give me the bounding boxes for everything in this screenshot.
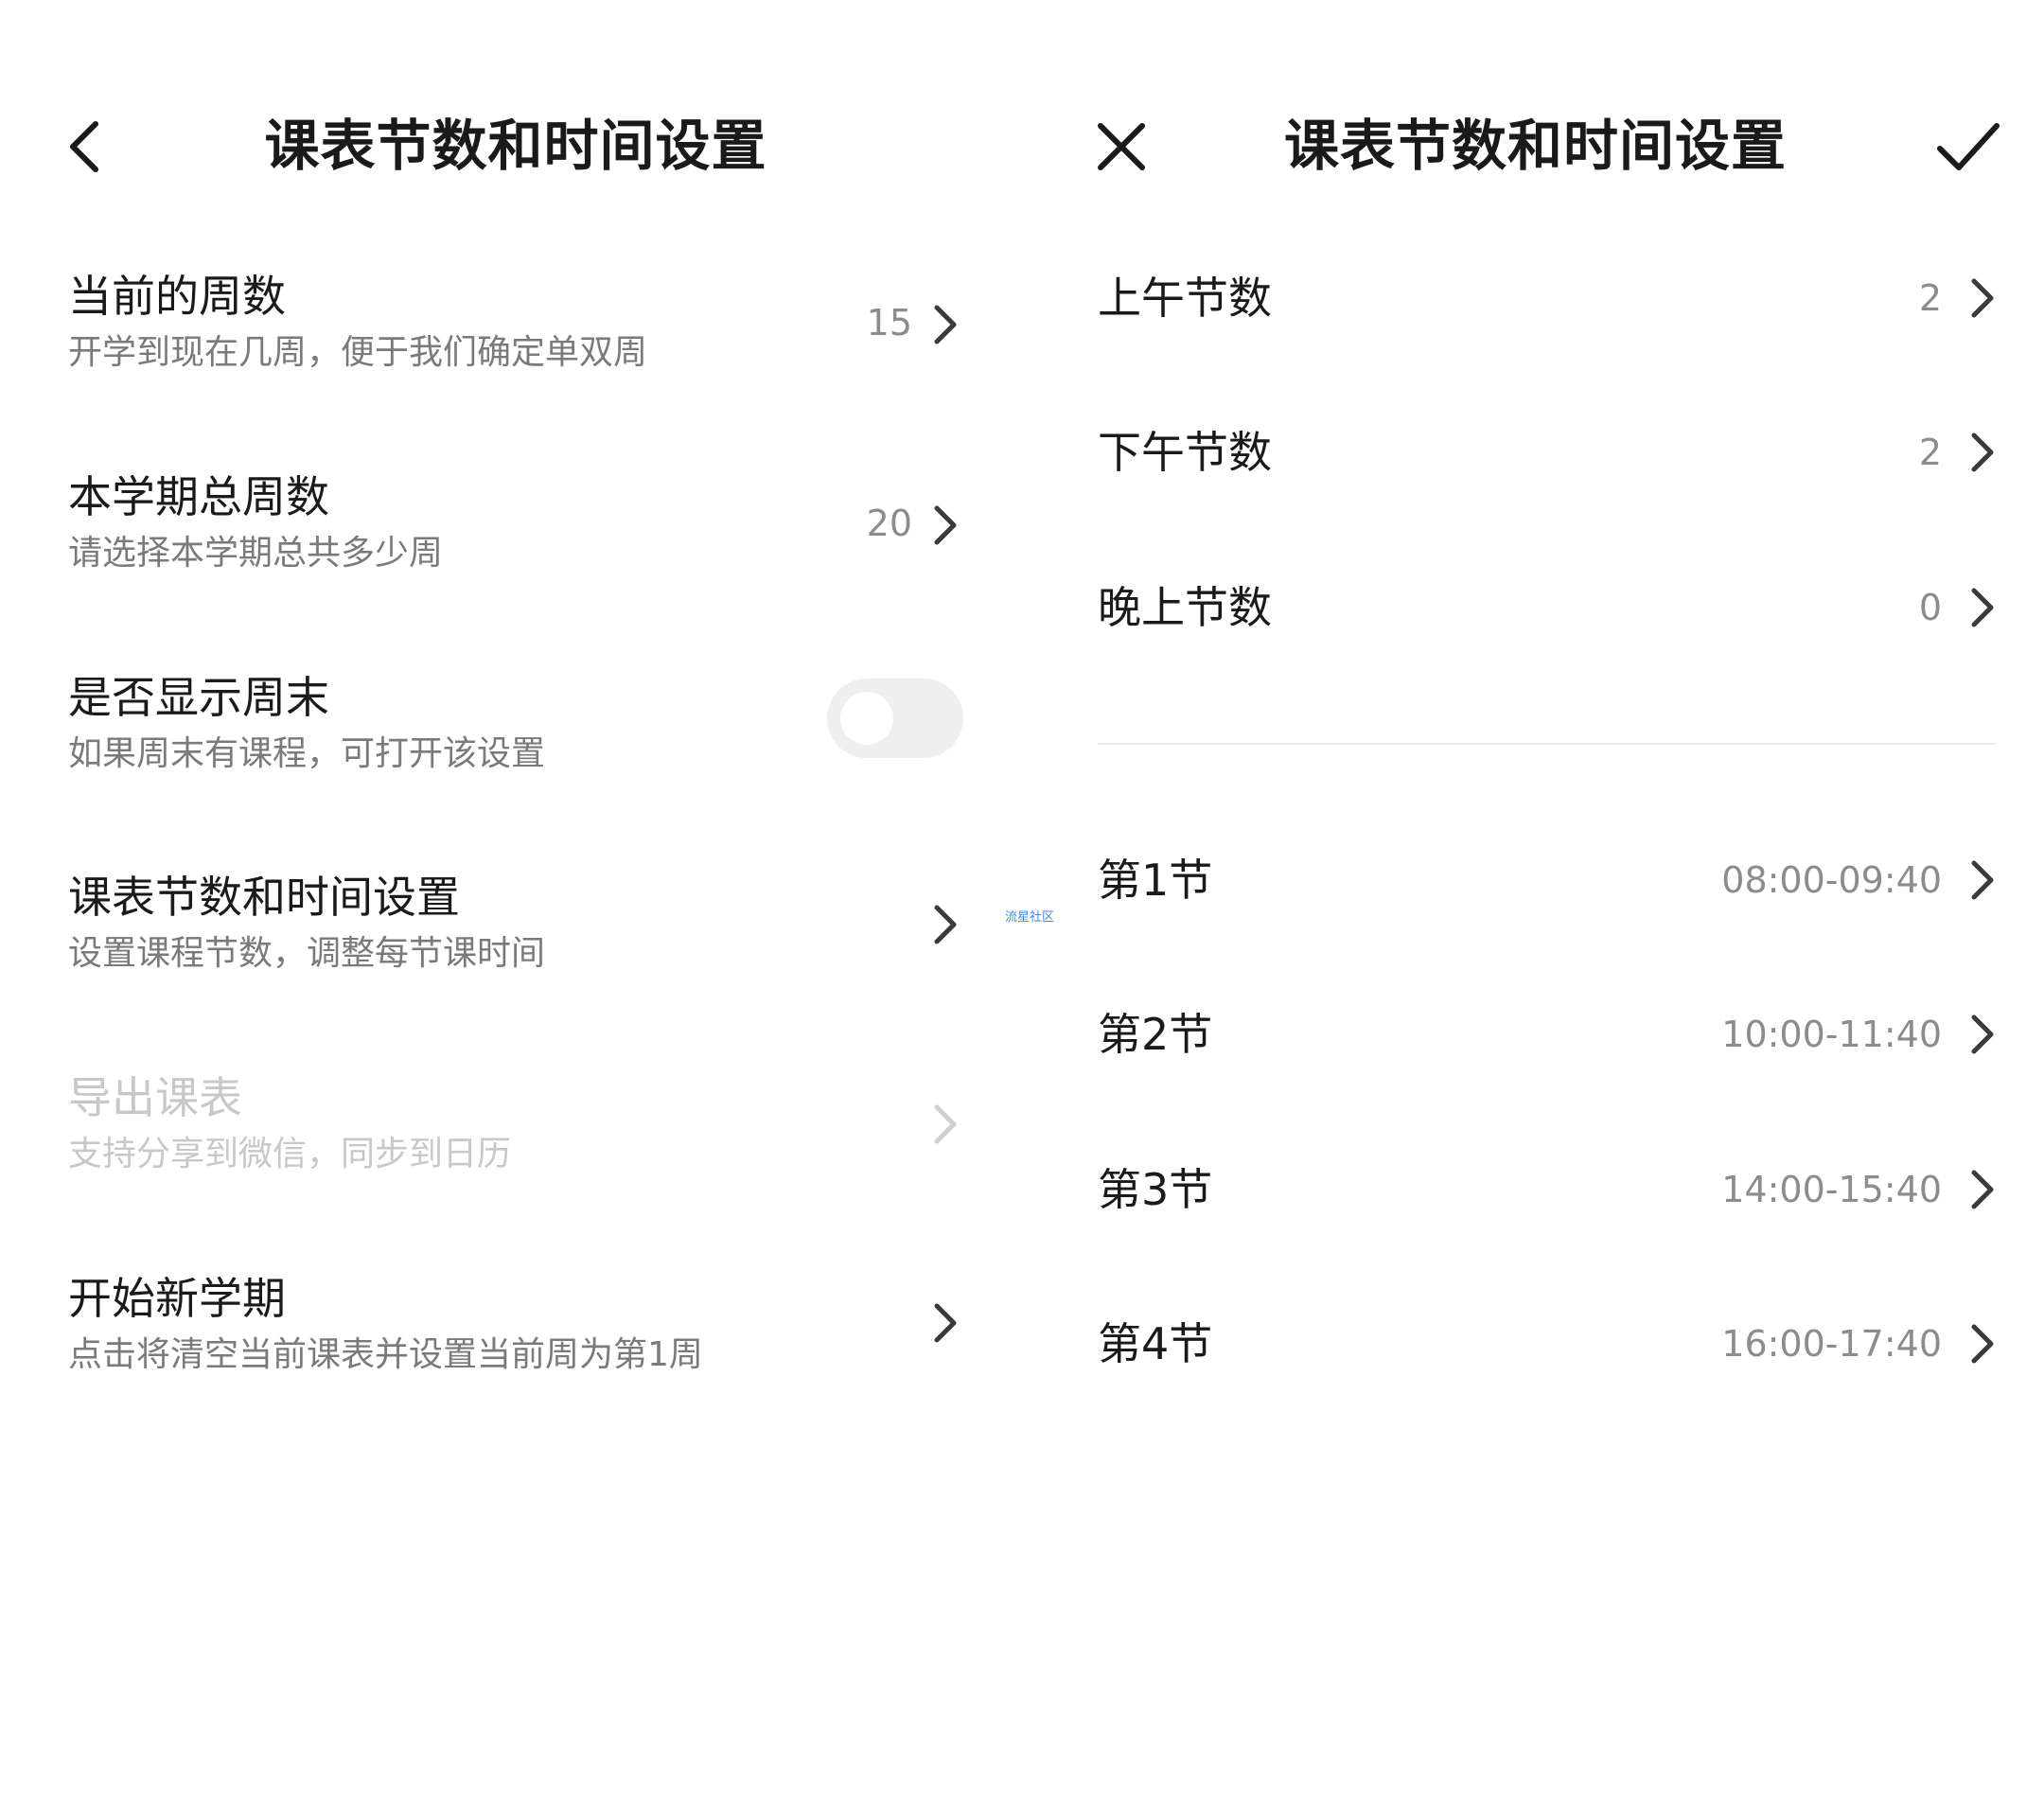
count-label: 上午节数 [1098, 273, 1272, 324]
setting-desc: 设置课程节数，调整每节课时间 [68, 934, 546, 973]
count-evening[interactable]: 晚上节数 0 [1098, 560, 1997, 655]
setting-new-semester[interactable]: 开始新学期 点击将清空当前课表并设置当前周为第1周 [0, 1270, 1022, 1431]
period-row[interactable]: 第2节 10:00-11:40 [1098, 987, 1997, 1082]
toggle-knob [840, 692, 893, 745]
count-morning[interactable]: 上午节数 2 [1098, 251, 1997, 345]
setting-export-schedule: 导出课表 支持分享到微信，同步到日历 [0, 1069, 1022, 1230]
setting-periods-time[interactable]: 课表节数和时间设置 设置课程节数，调整每节课时间 [0, 869, 1022, 1030]
page-title: 课表节数和时间设置 [264, 114, 767, 178]
chevron-right-icon [1971, 278, 1994, 318]
chevron-right-icon [934, 305, 957, 344]
confirm-button[interactable] [1926, 104, 2011, 189]
setting-total-weeks[interactable]: 本学期总周数 请选择本学期总共多少周 20 [0, 468, 1022, 629]
setting-label: 当前的周数 [68, 271, 286, 322]
chevron-right-icon [934, 1104, 957, 1144]
weekend-toggle[interactable] [827, 679, 963, 758]
period-label: 第4节 [1098, 1318, 1213, 1369]
setting-label: 导出课表 [68, 1072, 242, 1123]
count-value: 2 [1918, 432, 1942, 473]
setting-show-weekend: 是否显示周末 如果周末有课程，可打开该设置 [0, 669, 1022, 830]
setting-desc: 请选择本学期总共多少周 [68, 534, 444, 573]
period-row[interactable]: 第4节 16:00-17:40 [1098, 1297, 1997, 1391]
setting-desc: 开学到现在几周，便于我们确定单双周 [68, 333, 648, 372]
setting-label: 开始新学期 [68, 1273, 286, 1324]
chevron-right-icon [1971, 1014, 1994, 1054]
check-icon [1937, 123, 2000, 170]
setting-value: 15 [866, 302, 912, 344]
chevron-right-icon [934, 505, 957, 545]
section-divider [1098, 743, 1997, 745]
chevron-right-icon [1971, 588, 1994, 627]
setting-desc: 如果周末有课程，可打开该设置 [68, 734, 546, 773]
chevron-right-icon [1971, 1324, 1994, 1364]
count-value: 2 [1918, 277, 1942, 319]
period-row[interactable]: 第3节 14:00-15:40 [1098, 1142, 1997, 1237]
screen: 课表节数和时间设置 当前的周数 开学到现在几周，便于我们确定单双周 15 本学期… [0, 0, 2044, 1817]
count-label: 晚上节数 [1098, 582, 1272, 633]
count-value: 0 [1918, 587, 1942, 628]
period-time: 08:00-09:40 [1721, 859, 1942, 901]
chevron-right-icon [1971, 860, 1994, 900]
period-row[interactable]: 第1节 08:00-09:40 [1098, 833, 1997, 927]
settings-panel: 课表节数和时间设置 当前的周数 开学到现在几周，便于我们确定单双周 15 本学期… [0, 0, 1022, 1817]
periods-panel: 课表节数和时间设置 上午节数 2 下午节数 2 晚上节数 0 第1节 08:00… [1027, 0, 2044, 1817]
chevron-right-icon [1971, 1170, 1994, 1209]
setting-label: 本学期总周数 [68, 471, 329, 522]
chevron-right-icon [934, 1303, 957, 1343]
chevron-right-icon [934, 905, 957, 944]
count-label: 下午节数 [1098, 427, 1272, 478]
settings-header: 课表节数和时间设置 [0, 95, 1022, 199]
page-title: 课表节数和时间设置 [1283, 114, 1787, 178]
setting-value: 20 [866, 503, 912, 544]
period-time: 16:00-17:40 [1721, 1323, 1942, 1365]
setting-label: 是否显示周末 [68, 672, 329, 723]
setting-current-week[interactable]: 当前的周数 开学到现在几周，便于我们确定单双周 15 [0, 268, 1022, 429]
count-afternoon[interactable]: 下午节数 2 [1098, 405, 1997, 500]
period-time: 10:00-11:40 [1721, 1014, 1942, 1055]
setting-label: 课表节数和时间设置 [68, 872, 460, 923]
period-label: 第3节 [1098, 1164, 1213, 1215]
chevron-right-icon [1971, 432, 1994, 472]
period-label: 第1节 [1098, 855, 1213, 906]
periods-header: 课表节数和时间设置 [1027, 95, 2044, 199]
period-time: 14:00-15:40 [1721, 1169, 1942, 1210]
setting-desc: 点击将清空当前课表并设置当前周为第1周 [68, 1335, 703, 1374]
setting-desc: 支持分享到微信，同步到日历 [68, 1135, 512, 1173]
period-label: 第2节 [1098, 1009, 1213, 1060]
